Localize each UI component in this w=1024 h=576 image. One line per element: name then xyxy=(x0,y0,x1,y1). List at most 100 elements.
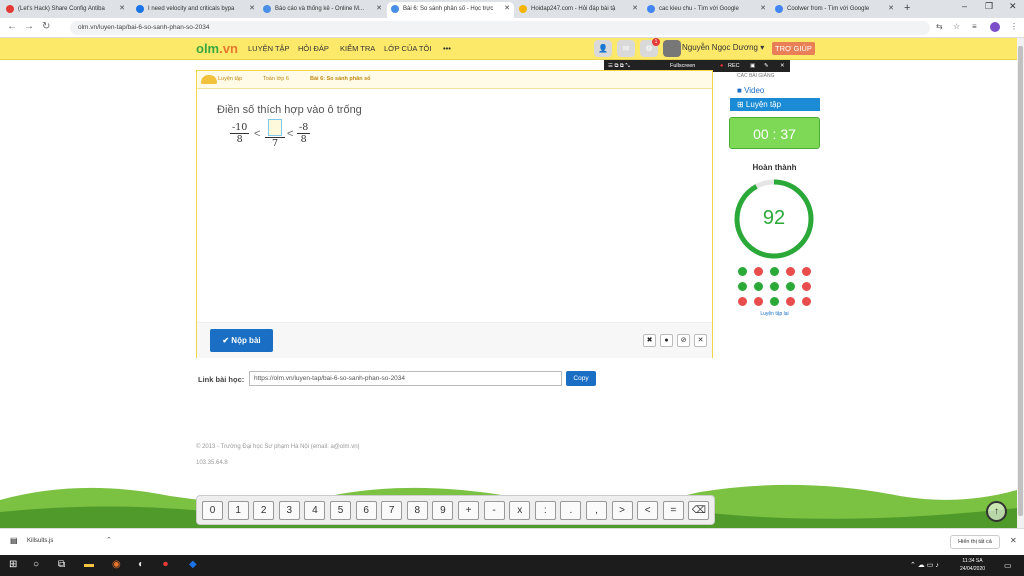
keypad-key[interactable]: . xyxy=(560,501,582,520)
keypad-key[interactable]: + xyxy=(458,501,479,520)
close-recorder-icon[interactable]: ✕ xyxy=(780,60,785,72)
close-tab-icon[interactable]: ✕ xyxy=(888,2,894,16)
camera-icon[interactable]: ▣ xyxy=(750,60,755,72)
recorder-app-icon[interactable]: ⏺ xyxy=(163,559,168,570)
keypad-key[interactable]: x xyxy=(509,501,531,520)
result-dot xyxy=(770,267,779,276)
bookmark-star-icon[interactable]: ☆ xyxy=(953,22,960,31)
close-tab-icon[interactable]: ✕ xyxy=(376,2,382,16)
keypad-key[interactable]: 6 xyxy=(355,501,377,520)
nav-lop-cua-toi[interactable]: LỚP CỦA TÔI xyxy=(384,44,431,53)
profile-avatar[interactable] xyxy=(990,22,1000,32)
reload-icon[interactable]: ↻ xyxy=(42,21,50,32)
chevron-up-icon[interactable]: ⌃ xyxy=(106,536,112,544)
chrome-icon[interactable]: ◉ xyxy=(112,559,121,570)
back-icon[interactable]: ← xyxy=(7,21,17,32)
submit-button[interactable]: ✔ Nộp bài xyxy=(210,329,273,352)
tab-title: I need velocity and criticals bypa xyxy=(148,6,235,12)
messages-icon[interactable]: ✉ xyxy=(617,40,635,57)
user-menu[interactable]: Nguyễn Ngọc Dương ▾ xyxy=(682,43,764,52)
browser-tab[interactable]: Báo cáo và thống kê - Online M... ✕ xyxy=(259,2,386,18)
extensions-icon[interactable]: ≡ xyxy=(972,22,977,31)
keypad-key[interactable]: 3 xyxy=(278,501,300,520)
keypad-key[interactable]: 4 xyxy=(304,501,326,520)
show-all-downloads-button[interactable]: Hiển thị tất cả xyxy=(950,535,1000,549)
info-icon[interactable]: ● xyxy=(660,334,673,347)
breadcrumb-item[interactable]: Luyện tập xyxy=(218,76,242,82)
keypad-key[interactable]: 2 xyxy=(253,501,275,520)
tab-title: Bài 6: So sánh phân số - Học trực xyxy=(403,6,494,12)
task-view-icon[interactable]: ⧉ xyxy=(58,559,65,570)
app-icon[interactable]: ◐ xyxy=(138,559,144,570)
scroll-to-top-icon[interactable]: ↑ xyxy=(986,501,1007,522)
home-hat-icon xyxy=(201,75,217,84)
close-tab-icon[interactable]: ✕ xyxy=(504,2,510,16)
account-icon[interactable]: 👤 xyxy=(594,40,612,57)
windows-start-icon[interactable]: ⊞ xyxy=(9,559,17,570)
nav-luyen-tap[interactable]: LUYỆN TẬP xyxy=(248,44,290,53)
url-input[interactable]: olm.vn/luyen-tap/bai-6-so-sanh-phan-so-2… xyxy=(70,21,930,35)
browser-tab[interactable]: Coolwer from - Tìm với Google ✕ xyxy=(771,2,898,18)
minimize-icon[interactable]: – xyxy=(962,1,967,11)
close-tab-icon[interactable]: ✕ xyxy=(760,2,766,16)
fullscreen-exit-icon[interactable]: ✕ xyxy=(694,334,707,347)
result-dot xyxy=(770,297,779,306)
new-tab-button[interactable]: + xyxy=(904,2,910,14)
keypad-key[interactable]: 0 xyxy=(202,501,223,520)
result-dot xyxy=(754,267,763,276)
nav-hoi-dap[interactable]: HỎI ĐÁP xyxy=(298,44,329,53)
browser-tab[interactable]: cac kieu chu - Tìm với Google ✕ xyxy=(643,2,770,18)
copy-button[interactable]: Copy xyxy=(566,371,596,386)
system-tray-icons[interactable]: ⌃ ☁ ▭ ♪ xyxy=(910,561,939,569)
avatar[interactable] xyxy=(663,40,681,57)
browser-menu-icon[interactable]: ⋮ xyxy=(1010,22,1018,31)
messenger-icon[interactable]: ◆ xyxy=(189,559,197,570)
sidebar-item-video[interactable]: ■ Video xyxy=(737,86,764,95)
browser-tab[interactable]: (Let's Hack) Share Config Antiba ✕ xyxy=(2,2,129,18)
translate-icon[interactable]: ⇆ xyxy=(936,22,943,31)
file-explorer-icon[interactable]: ▬ xyxy=(84,559,94,570)
keypad-key[interactable]: 5 xyxy=(330,501,351,520)
close-tab-icon[interactable]: ✕ xyxy=(249,2,255,16)
close-tab-icon[interactable]: ✕ xyxy=(119,2,125,16)
close-tab-icon[interactable]: ✕ xyxy=(632,2,638,16)
result-dot xyxy=(786,267,795,276)
keypad-key[interactable]: 7 xyxy=(381,501,403,520)
block-icon[interactable]: ⊘ xyxy=(677,334,690,347)
retry-link[interactable]: Luyện tập lại xyxy=(729,311,820,317)
keypad-key[interactable]: : xyxy=(534,501,556,520)
forward-icon[interactable]: → xyxy=(24,21,34,32)
keypad-key[interactable]: > xyxy=(611,501,633,520)
close-downloads-icon[interactable]: ✕ xyxy=(1010,536,1017,545)
rec-button[interactable]: REC xyxy=(728,60,740,72)
browser-tab[interactable]: Bài 6: So sánh phân số - Học trực ✕ xyxy=(387,2,514,18)
keypad-key[interactable]: 1 xyxy=(227,501,249,520)
pen-icon[interactable]: ✎ xyxy=(764,60,769,72)
more-menu-icon[interactable]: ••• xyxy=(443,44,451,53)
browser-tab[interactable]: Hoidap247.com - Hỏi đáp bài tậ ✕ xyxy=(515,2,642,18)
browser-tab[interactable]: I need velocity and criticals bypa ✕ xyxy=(132,2,259,18)
close-icon[interactable]: ✖ xyxy=(643,334,656,347)
lesson-link-input[interactable]: https://olm.vn/luyen-tap/bai-6-so-sanh-p… xyxy=(249,371,562,386)
notification-center-icon[interactable]: ▭ xyxy=(1004,561,1012,570)
keypad-key[interactable]: , xyxy=(586,501,607,520)
keypad-key[interactable]: 9 xyxy=(432,501,454,520)
keypad-key[interactable]: = xyxy=(662,501,684,520)
close-window-icon[interactable]: ✕ xyxy=(1009,1,1017,12)
breadcrumb: Luyện tập Toán lớp 6 Bài 6: So sánh phân… xyxy=(197,71,712,89)
olm-logo[interactable]: olm.vn xyxy=(196,41,238,56)
keypad-key[interactable]: 8 xyxy=(406,501,428,520)
maximize-icon[interactable]: ❐ xyxy=(985,1,993,12)
download-item[interactable]: Killsults.js xyxy=(27,538,53,544)
keypad-key[interactable]: - xyxy=(483,501,505,520)
help-button[interactable]: TRỢ GIÚP xyxy=(772,42,815,55)
sidebar-item-practice[interactable]: ⊞ Luyện tập xyxy=(730,98,820,111)
breadcrumb-item[interactable]: Toán lớp 6 xyxy=(263,76,289,82)
nav-kiem-tra[interactable]: KIỂM TRA xyxy=(340,44,375,53)
backspace-key[interactable]: ⌫ xyxy=(688,501,710,520)
keypad-key[interactable]: < xyxy=(637,501,659,520)
page-scrollbar[interactable] xyxy=(1017,38,1024,528)
search-icon[interactable]: ○ xyxy=(33,559,39,570)
fraction-numerator: -10 xyxy=(230,122,250,134)
answer-input[interactable] xyxy=(268,119,282,136)
